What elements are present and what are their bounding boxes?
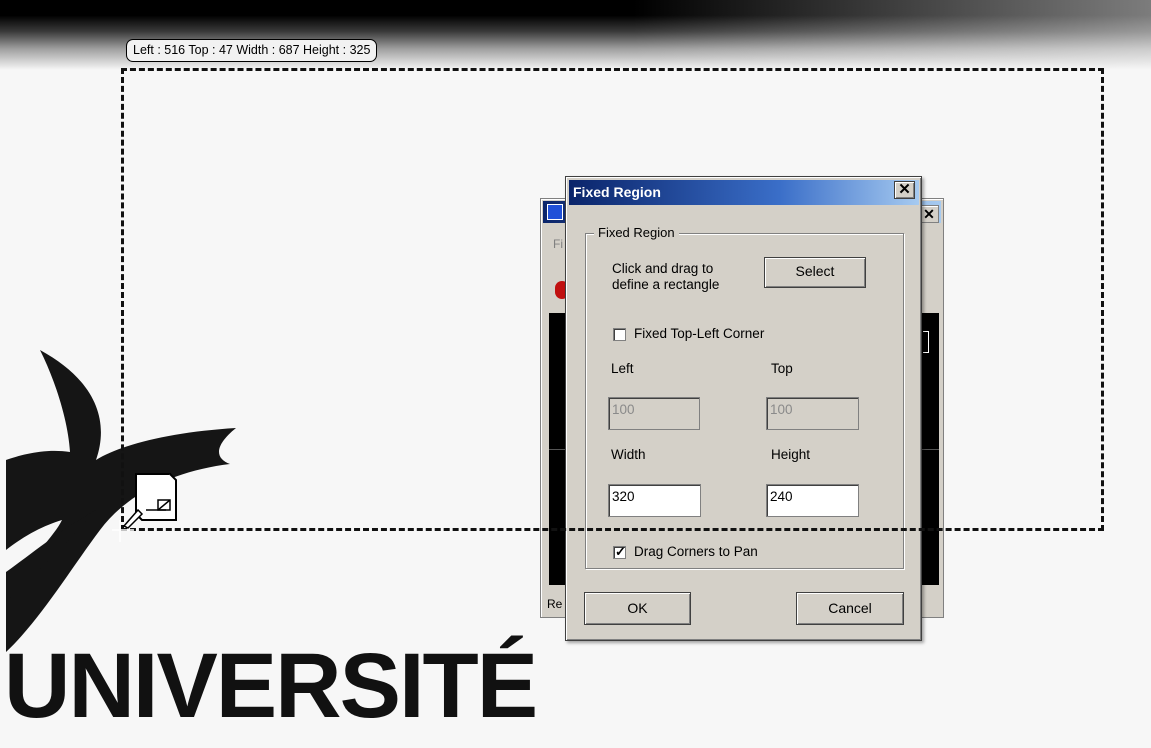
checkmark-icon: ✓ xyxy=(615,544,626,559)
region-selection-rectangle[interactable] xyxy=(121,68,1104,531)
drag-corners-checkbox[interactable]: ✓ xyxy=(613,544,626,559)
region-resize-cursor-icon xyxy=(112,473,177,542)
ok-button[interactable]: OK xyxy=(584,592,691,625)
drag-corners-label[interactable]: Drag Corners to Pan xyxy=(634,544,758,559)
university-logo-text: UNIVERSITÉ xyxy=(4,635,538,737)
background-status-text: Re xyxy=(547,597,563,611)
cancel-button[interactable]: Cancel xyxy=(796,592,904,625)
region-coordinates-readout: Left : 516 Top : 47 Width : 687 Height :… xyxy=(126,39,378,62)
